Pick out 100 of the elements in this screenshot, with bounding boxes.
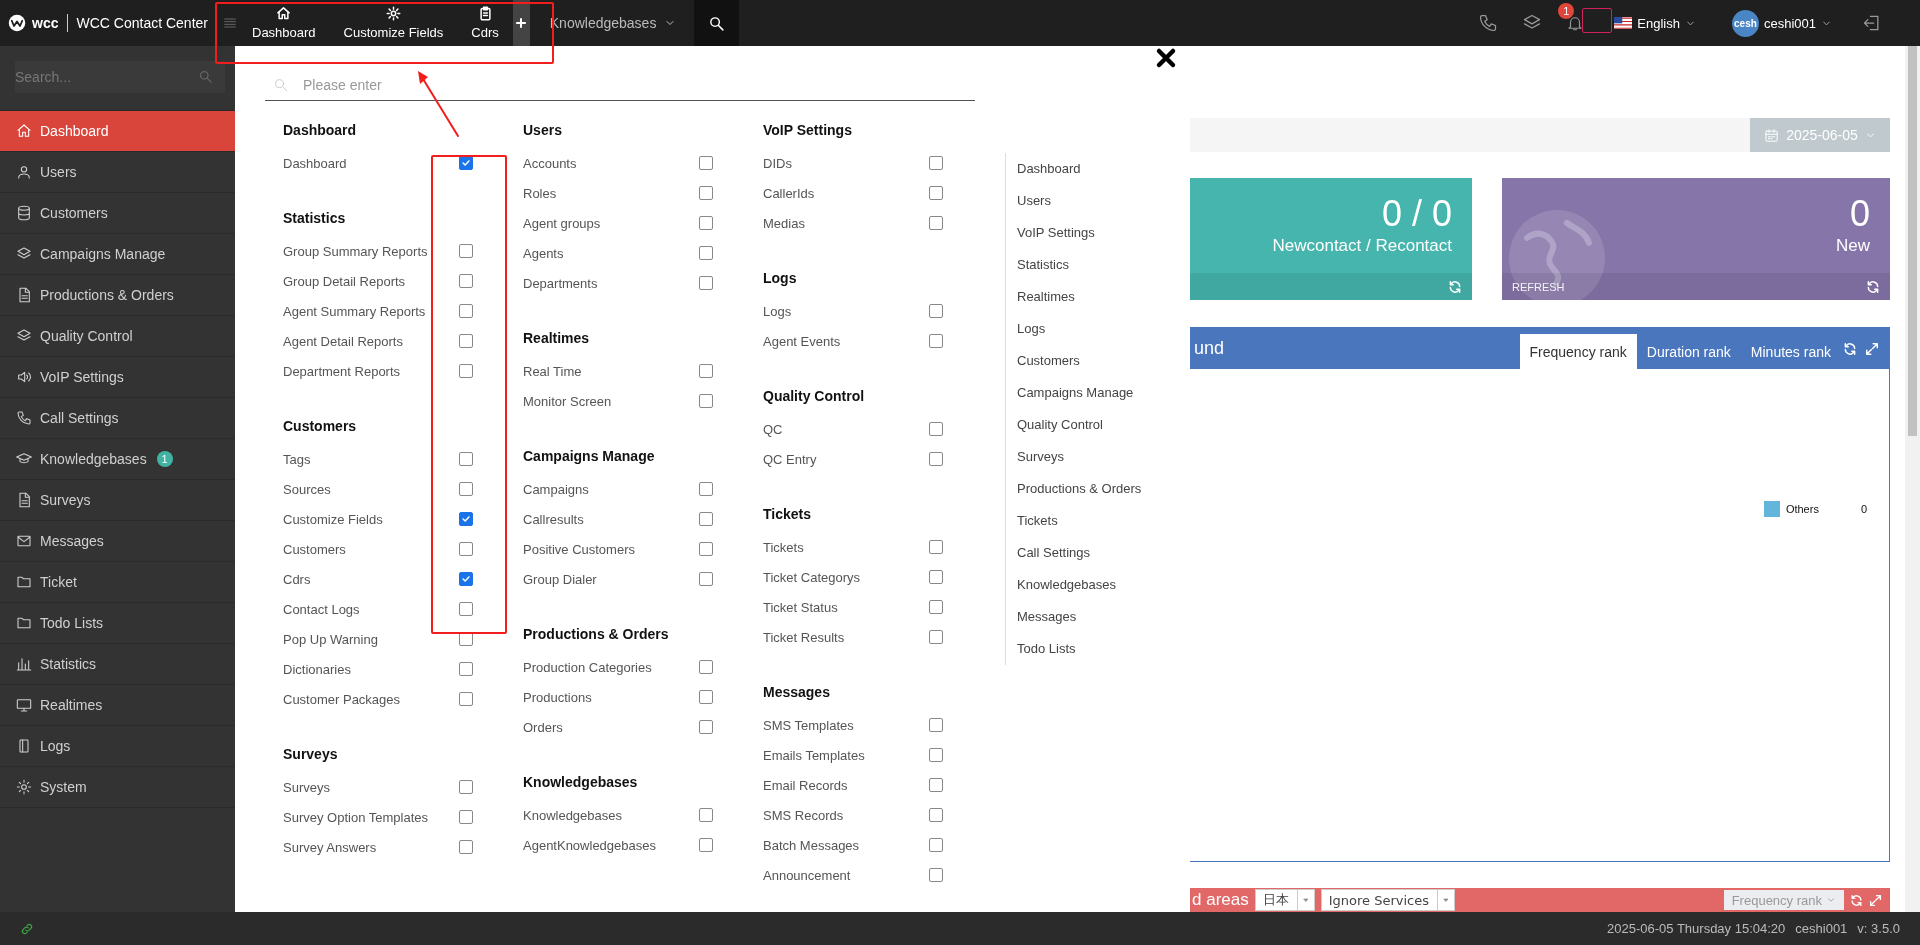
checkbox[interactable] [459,512,473,526]
checkbox[interactable] [929,540,943,554]
checkbox[interactable] [929,186,943,200]
add-tab-button[interactable] [512,0,530,46]
checkbox[interactable] [699,838,713,852]
index-link[interactable]: Quality Control [1017,409,1142,441]
checkbox[interactable] [929,334,943,348]
checkbox[interactable] [459,542,473,556]
checkbox-label: Knowledgebases [523,807,624,823]
checkbox[interactable] [699,156,713,170]
link-icon[interactable] [20,921,34,936]
checkbox[interactable] [929,630,943,644]
search-field[interactable]: Search... [15,61,225,93]
logo-text: wcc [32,15,59,31]
refresh-icon[interactable] [1850,893,1863,907]
checkbox[interactable] [699,690,713,704]
checkbox[interactable] [459,334,473,348]
checkbox[interactable] [459,662,473,676]
index-link[interactable]: Customers [1017,345,1142,377]
checkbox[interactable] [929,156,943,170]
checkbox[interactable] [699,512,713,526]
checkbox[interactable] [699,364,713,378]
pinned-tab[interactable]: Dashboard [238,0,330,46]
checkbox[interactable] [929,718,943,732]
checkbox[interactable] [699,808,713,822]
tab[interactable]: Duration rank [1636,334,1741,369]
checkbox[interactable] [459,274,473,288]
checkbox[interactable] [459,244,473,258]
checkbox[interactable] [929,570,943,584]
refresh-icon[interactable] [1448,279,1462,294]
checkbox[interactable] [459,840,473,854]
tab[interactable]: Frequency rank [1519,334,1637,369]
close-button[interactable] [1154,46,1178,70]
select-field[interactable]: Ignore Services [1320,889,1455,911]
checkbox[interactable] [699,246,713,260]
checkbox-label: CallerIds [763,185,816,201]
checkbox[interactable] [929,778,943,792]
sidebar-item[interactable]: Knowledgebases 1 [0,439,235,480]
checkbox[interactable] [699,186,713,200]
checkbox[interactable] [459,482,473,496]
checkbox[interactable] [929,422,943,436]
search-button[interactable] [694,0,740,46]
index-link[interactable]: Todo Lists [1017,633,1142,665]
monitor-icon [16,697,32,713]
checkbox[interactable] [459,572,473,586]
index-link[interactable]: Users [1017,185,1142,217]
expand-icon[interactable] [1869,893,1882,907]
section-heading: Customers [282,417,358,436]
checkbox[interactable] [929,216,943,230]
checkbox[interactable] [459,810,473,824]
index-link[interactable]: Knowledgebases [1017,569,1142,601]
checkbox[interactable] [929,304,943,318]
tab[interactable]: Minutes rank [1740,334,1841,369]
checkbox[interactable] [459,780,473,794]
checkbox[interactable] [459,452,473,466]
checkbox[interactable] [699,720,713,734]
plus-icon [514,16,529,30]
index-link[interactable]: Dashboard [1017,153,1142,185]
checkbox[interactable] [699,276,713,290]
checkbox[interactable] [929,808,943,822]
user-menu[interactable]: cesh ceshi001 [1725,8,1838,38]
pinned-tab[interactable]: Customize Fields [329,0,458,46]
refresh-icon[interactable] [1866,279,1880,294]
checkbox[interactable] [459,692,473,706]
expand-icon[interactable] [1865,341,1879,356]
index-link[interactable]: Productions & Orders [1017,473,1142,505]
folder-icon [16,615,32,631]
checkbox-label: DIDs [763,155,793,171]
select-field[interactable]: 日本 [1254,889,1315,911]
sidebar-item[interactable]: Dashboard [0,111,235,152]
checkbox-label: Sources [283,481,332,497]
checkbox[interactable] [929,600,943,614]
bell-icon[interactable] [1566,14,1585,32]
checkbox[interactable] [459,304,473,318]
index-link[interactable]: Surveys [1017,441,1142,473]
index-link[interactable]: Logs [1017,313,1142,345]
index-link[interactable]: Statistics [1017,249,1142,281]
index-link[interactable]: Tickets [1017,505,1142,537]
index-link[interactable]: Campaigns Manage [1017,377,1142,409]
checkbox[interactable] [699,482,713,496]
checkbox[interactable] [929,748,943,762]
pinned-tab[interactable]: Cdrs [457,0,513,46]
checkbox[interactable] [929,838,943,852]
checkbox[interactable] [699,394,713,408]
checkbox[interactable] [459,602,473,616]
index-link[interactable]: Call Settings [1017,537,1142,569]
language-selector[interactable]: English [1608,14,1702,32]
index-link[interactable]: Realtimes [1017,281,1142,313]
index-link[interactable]: VoIP Settings [1017,217,1142,249]
checkbox[interactable] [699,216,713,230]
menu-icon[interactable] [222,15,238,31]
checkbox[interactable] [459,364,473,378]
checkbox[interactable] [699,542,713,556]
checkbox[interactable] [929,452,943,466]
refresh-icon[interactable] [1843,341,1857,356]
phone-icon[interactable] [1478,13,1499,33]
checkbox[interactable] [699,572,713,586]
checkbox[interactable] [699,660,713,674]
checkbox[interactable] [929,868,943,882]
index-link[interactable]: Messages [1017,601,1142,633]
